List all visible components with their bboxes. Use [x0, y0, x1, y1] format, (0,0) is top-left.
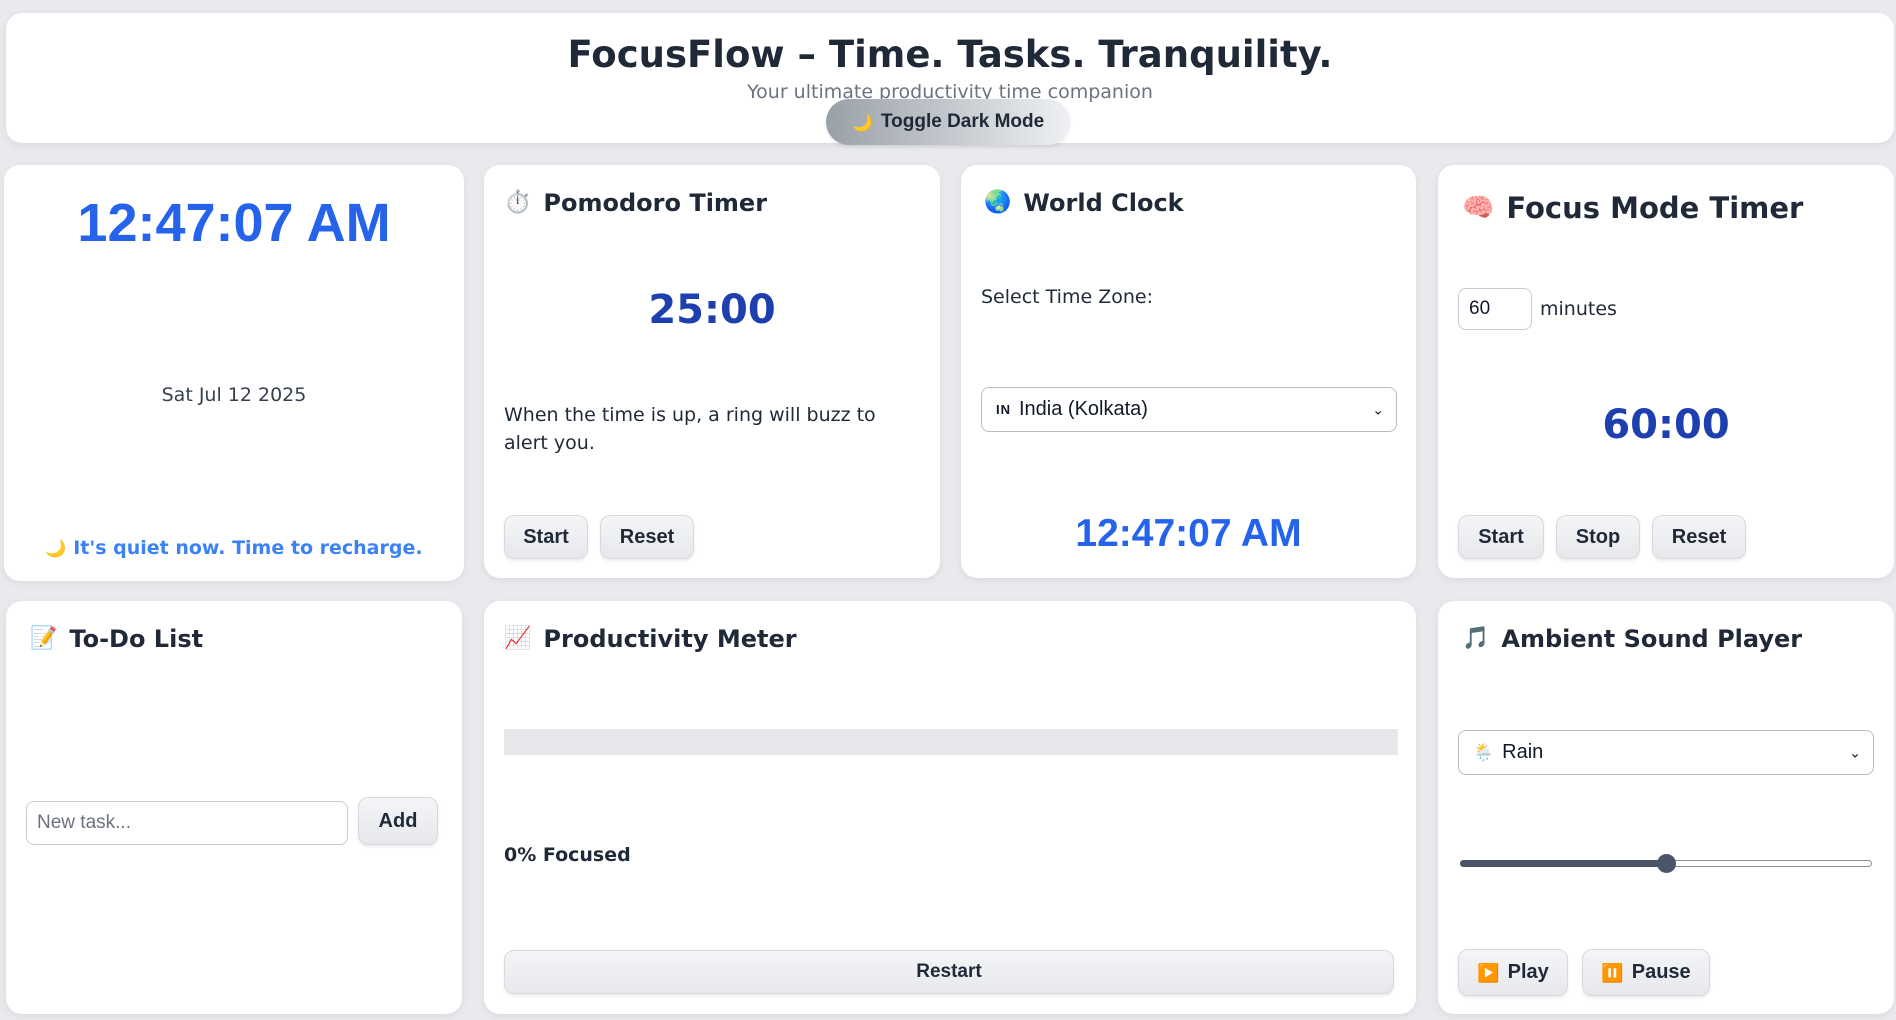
focus-reset-button[interactable]: Reset [1652, 515, 1746, 559]
stopwatch-icon: ⏱️ [504, 190, 532, 215]
current-date: Sat Jul 12 2025 [161, 384, 307, 406]
ambient-sound-select-value: Rain [1502, 741, 1544, 763]
pomodoro-time: 25:00 [648, 287, 776, 333]
todo-card: 📝 To-Do List Add [6, 601, 462, 1014]
chevron-down-icon: ⌄ [1372, 401, 1384, 417]
play-icon: ▶️ [1477, 962, 1500, 983]
volume-slider[interactable] [1460, 853, 1872, 873]
add-task-button[interactable]: Add [358, 797, 438, 845]
timezone-select-value: India (Kolkata) [1019, 398, 1148, 420]
toggle-dark-mode-button[interactable]: 🌙 Toggle Dark Mode [826, 99, 1070, 145]
chevron-down-icon: ⌄ [1849, 744, 1861, 760]
productivity-card: 📈 Productivity Meter 0% Focused Restart [484, 601, 1416, 1014]
focus-timer-title-text: Focus Mode Timer [1506, 191, 1804, 225]
moon-icon: 🌙 [851, 112, 873, 132]
brain-icon: 🧠 [1462, 193, 1495, 223]
pause-label: Pause [1631, 961, 1691, 983]
chart-increasing-icon: 📈 [504, 626, 532, 651]
productivity-title: 📈 Productivity Meter [504, 625, 797, 653]
volume-slider-fill [1460, 860, 1666, 867]
clock-card: 12:47:07 AM Sat Jul 12 2025 🌙 It's quiet… [4, 165, 464, 581]
focus-timer-title: 🧠 Focus Mode Timer [1462, 191, 1803, 225]
world-clock-title-text: World Clock [1023, 189, 1184, 217]
pomodoro-title: ⏱️ Pomodoro Timer [504, 189, 767, 217]
pomodoro-title-text: Pomodoro Timer [543, 189, 768, 217]
clock-message-text: It's quiet now. Time to recharge. [73, 537, 423, 559]
focus-start-button[interactable]: Start [1458, 515, 1544, 559]
play-label: Play [1507, 961, 1549, 983]
play-button[interactable]: ▶️ Play [1458, 949, 1568, 996]
focus-minutes-input[interactable] [1458, 288, 1532, 330]
clock-message: 🌙 It's quiet now. Time to recharge. [4, 537, 464, 559]
ambient-sound-select[interactable]: 🌦️ Rain ⌄ [1458, 730, 1874, 775]
focus-minutes-label: minutes [1540, 298, 1617, 320]
focus-timer-time: 60:00 [1602, 402, 1730, 448]
productivity-restart-button[interactable]: Restart [504, 950, 1394, 994]
memo-icon: 📝 [30, 626, 58, 651]
ambient-title: 🎵 Ambient Sound Player [1462, 625, 1802, 653]
pomodoro-start-button[interactable]: Start [504, 515, 588, 559]
pause-button[interactable]: ⏸️ Pause [1582, 949, 1710, 996]
music-note-icon: 🎵 [1462, 626, 1490, 651]
volume-slider-thumb[interactable] [1657, 854, 1676, 873]
moon-icon: 🌙 [45, 539, 67, 559]
pause-icon: ⏸️ [1601, 962, 1624, 983]
pomodoro-reset-button[interactable]: Reset [600, 515, 694, 559]
todo-title-text: To-Do List [69, 625, 204, 653]
india-flag-icon: IN [996, 402, 1011, 417]
ambient-card: 🎵 Ambient Sound Player 🌦️ Rain ⌄ ▶️ Play… [1438, 601, 1894, 1014]
pomodoro-card: ⏱️ Pomodoro Timer 25:00 When the time is… [484, 165, 940, 578]
todo-title: 📝 To-Do List [30, 625, 203, 653]
sun-behind-rain-cloud-icon: 🌦️ [1473, 742, 1495, 762]
world-clock-time: 12:47:07 AM [1075, 512, 1302, 555]
page-title: FocusFlow – Time. Tasks. Tranquility. [567, 33, 1333, 76]
header-card: FocusFlow – Time. Tasks. Tranquility. Yo… [6, 13, 1894, 145]
productivity-focused-text: 0% Focused [504, 844, 631, 866]
pomodoro-note: When the time is up, a ring will buzz to… [504, 404, 876, 454]
globe-icon: 🌏 [984, 190, 1012, 215]
focus-stop-button[interactable]: Stop [1556, 515, 1640, 559]
world-clock-title: 🌏 World Clock [984, 189, 1184, 217]
productivity-progress-track [504, 729, 1398, 755]
timezone-label: Select Time Zone: [981, 286, 1153, 308]
toggle-dark-mode-label: Toggle Dark Mode [880, 111, 1045, 132]
world-clock-card: 🌏 World Clock Select Time Zone: IN India… [961, 165, 1416, 578]
productivity-title-text: Productivity Meter [543, 625, 797, 653]
new-task-input[interactable] [26, 801, 348, 845]
focus-timer-card: 🧠 Focus Mode Timer minutes 60:00 Start S… [1438, 165, 1894, 578]
current-time: 12:47:07 AM [77, 193, 391, 253]
timezone-select[interactable]: IN India (Kolkata) ⌄ [981, 387, 1397, 432]
ambient-title-text: Ambient Sound Player [1501, 625, 1803, 653]
